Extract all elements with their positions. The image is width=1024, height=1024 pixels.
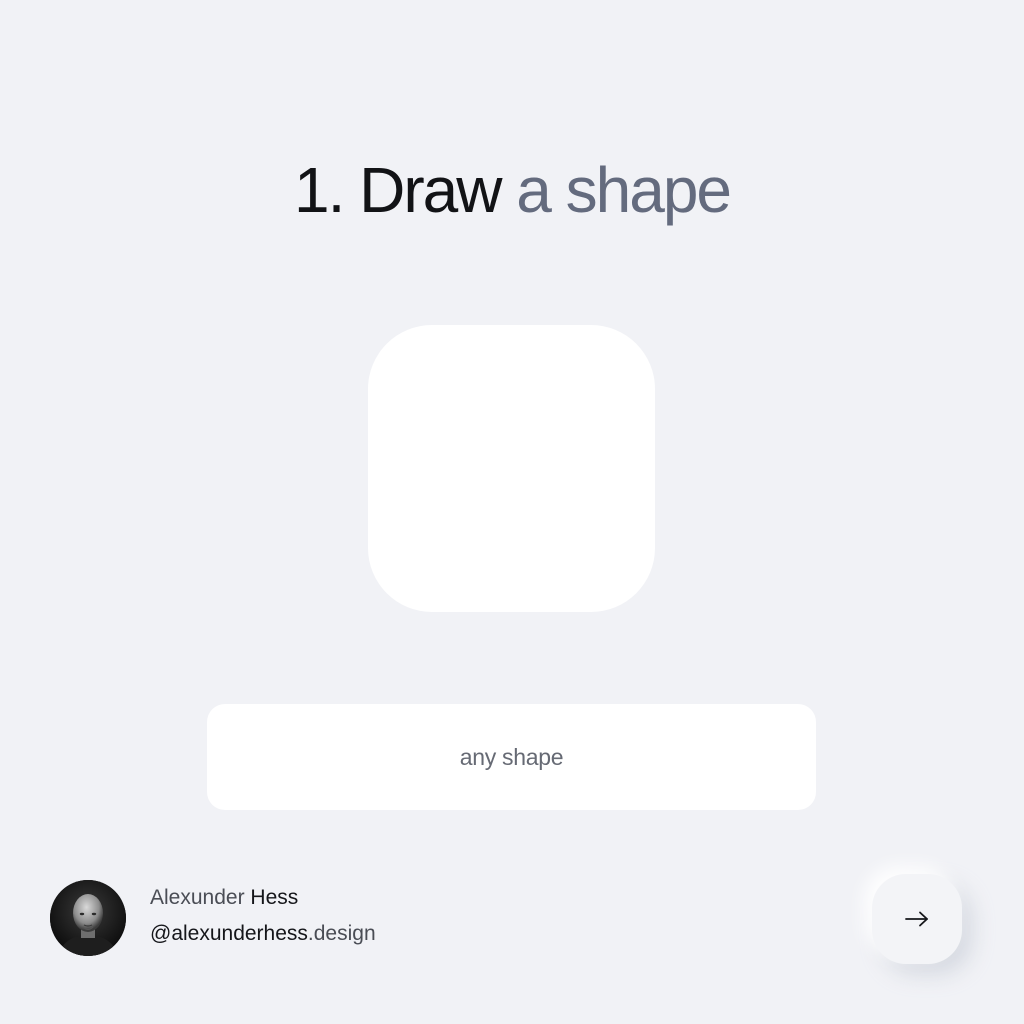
title-dark-part: 1. Draw: [293, 154, 502, 226]
arrow-right-icon: [905, 911, 928, 927]
author-avatar: [50, 880, 126, 956]
shape-label-box: any shape: [207, 704, 816, 810]
author-handle: @alexunderhess.design: [150, 922, 376, 946]
person-portrait-avatar-icon: [50, 880, 126, 956]
next-button[interactable]: [872, 874, 962, 964]
author-name: Alexunder Hess: [150, 886, 298, 910]
author-handle-name: @alexunderhess: [150, 922, 308, 945]
author-handle-suffix: .design: [307, 922, 376, 945]
shape-label-text: any shape: [459, 743, 564, 770]
page-title: 1. Draw a shape: [0, 158, 1024, 222]
author-last-name: Hess: [250, 886, 299, 909]
rounded-square-shape: [368, 325, 655, 612]
slide: 1. Draw a shape any shape Alexunder Hess…: [0, 0, 1024, 1024]
author-first-name: Alexunder: [150, 886, 245, 909]
title-muted-part: a shape: [516, 154, 732, 226]
